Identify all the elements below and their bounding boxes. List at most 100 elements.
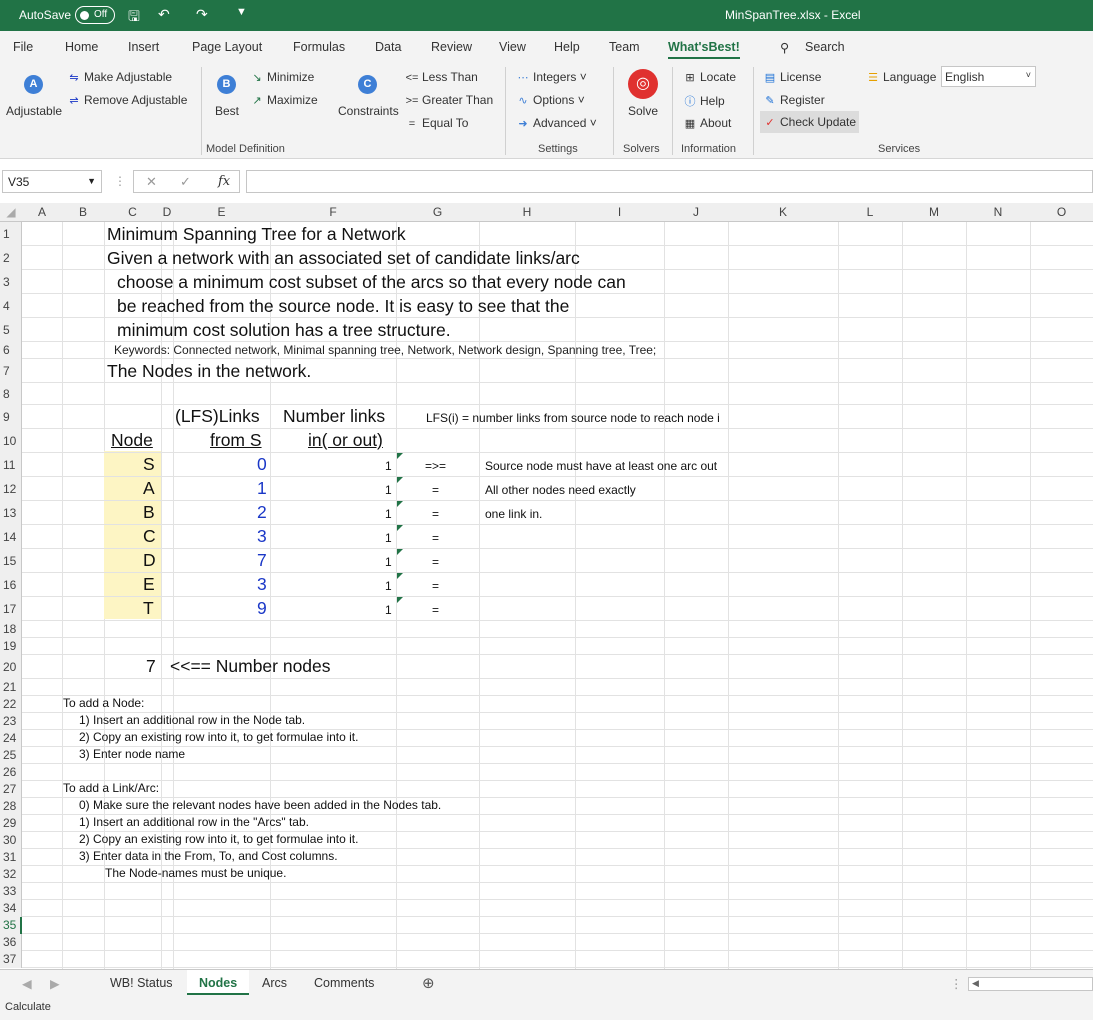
lfs-value[interactable]: 3 [257,575,267,594]
locate-button[interactable]: ⊞ Locate [683,70,736,84]
row-header[interactable]: 25 [0,747,22,764]
row-header[interactable]: 4 [0,294,22,318]
advanced-button[interactable]: ➜ Advanced ˅ [516,116,596,130]
col-header-i[interactable]: I [575,205,664,219]
node-name[interactable]: B [143,503,155,522]
row-header[interactable]: 26 [0,764,22,781]
less-than-button[interactable]: <= Less Than [405,70,478,84]
maximize-button[interactable]: ↗ Maximize [250,93,317,107]
customize-qat-icon[interactable]: ▼ [236,6,247,18]
row-header[interactable]: 7 [0,359,22,383]
cancel-icon[interactable]: ✕ [146,174,157,190]
col-header-h[interactable]: H [479,205,575,219]
node-name[interactable]: S [143,455,155,474]
row-header[interactable]: 20 [0,655,22,679]
options-button[interactable]: ∿ Options ˅ [516,93,584,107]
col-header-n[interactable]: N [966,205,1030,219]
tab-page-layout[interactable]: Page Layout [192,40,262,54]
sheet-tab-comments[interactable]: Comments [314,976,374,990]
about-button[interactable]: ▦ About [683,116,732,130]
node-name[interactable]: D [143,551,156,570]
row-header[interactable]: 32 [0,866,22,883]
formula-input[interactable] [246,170,1093,193]
row-header[interactable]: 5 [0,318,22,342]
row-header[interactable]: 8 [0,383,22,405]
row-header[interactable]: 34 [0,900,22,917]
row-header[interactable]: 24 [0,730,22,747]
lfs-value[interactable]: 7 [257,551,267,570]
add-sheet-icon[interactable]: ⊕ [422,974,435,992]
row-header[interactable]: 14 [0,525,22,549]
row-header[interactable]: 28 [0,798,22,815]
lfs-value[interactable]: 3 [257,527,267,546]
sheet-tab-nodes[interactable]: Nodes [187,970,250,995]
tab-insert[interactable]: Insert [128,40,159,54]
splitter-icon[interactable]: ⋮ [950,976,963,991]
autosave-toggle[interactable]: Off [75,6,115,24]
col-header-m[interactable]: M [902,205,966,219]
row-header[interactable]: 2 [0,246,22,270]
row-header[interactable]: 29 [0,815,22,832]
row-header[interactable]: 27 [0,781,22,798]
num-nodes-value[interactable]: 7 [146,657,156,676]
worksheet-grid[interactable]: 1 2 3 4 5 6 7 8 9 10 11 12 13 14 15 16 17 18 19 20 21 22 23 24 2… [0,222,1093,969]
lfs-value[interactable]: 1 [257,479,267,498]
row-header[interactable]: 1 [0,222,22,246]
tab-review[interactable]: Review [431,40,472,54]
node-name[interactable]: T [143,599,154,618]
row-header[interactable]: 18 [0,621,22,638]
row-header[interactable]: 22 [0,696,22,713]
solve-button[interactable]: Solve [628,104,658,118]
node-name[interactable]: C [143,527,156,546]
language-select[interactable]: English ˅ [941,66,1036,87]
best-button[interactable]: Best [215,104,239,118]
row-header[interactable]: 19 [0,638,22,655]
col-header-j[interactable]: J [664,205,728,219]
search-icon[interactable]: ⚲ [780,40,789,55]
license-button[interactable]: ▤ License [763,70,822,84]
row-header[interactable]: 6 [0,342,22,359]
col-header-b[interactable]: B [62,205,104,219]
equal-to-button[interactable]: = Equal To [405,116,469,130]
lfs-value[interactable]: 2 [257,503,267,522]
constraints-button[interactable]: Constraints [338,104,399,118]
select-all-corner[interactable]: ◢ [0,205,22,219]
row-header[interactable]: 37 [0,951,22,968]
formula-bar-grip-icon[interactable]: ⋮ [114,174,126,188]
greater-than-button[interactable]: >= Greater Than [405,93,494,107]
col-header-k[interactable]: K [728,205,838,219]
row-header[interactable]: 23 [0,713,22,730]
lfs-value[interactable]: 0 [257,455,267,474]
make-adjustable-button[interactable]: ⇋ Make Adjustable [67,70,172,84]
search-box[interactable]: Search [805,40,845,54]
scroll-left-icon[interactable]: ◀ [972,978,979,989]
horizontal-scrollbar[interactable]: ◀ [968,977,1093,991]
row-header[interactable]: 16 [0,573,22,597]
insert-function-button[interactable]: fx [218,174,230,189]
row-header[interactable]: 11 [0,453,22,477]
tab-help[interactable]: Help [554,40,580,54]
row-header[interactable]: 15 [0,549,22,573]
scroll-left-icon[interactable]: ◀ [22,976,32,991]
row-header[interactable]: 10 [0,429,22,453]
col-header-l[interactable]: L [838,205,902,219]
node-name[interactable]: E [143,575,155,594]
check-update-button[interactable]: ✓ Check Update [760,111,860,133]
sheet-tab-wb-status[interactable]: WB! Status [110,976,173,990]
row-header[interactable]: 36 [0,934,22,951]
row-header[interactable]: 35 [0,917,22,934]
col-header-d[interactable]: D [161,205,173,219]
col-header-c[interactable]: C [104,205,161,219]
remove-adjustable-button[interactable]: ⇌ Remove Adjustable [67,93,187,107]
col-header-e[interactable]: E [173,205,270,219]
tab-home[interactable]: Home [65,40,98,54]
tab-team[interactable]: Team [609,40,640,54]
name-box[interactable]: V35 ▼ [2,170,102,193]
tab-view[interactable]: View [499,40,526,54]
redo-icon[interactable]: ↷ [196,6,208,23]
col-header-g[interactable]: G [396,205,479,219]
row-header[interactable]: 12 [0,477,22,501]
integers-button[interactable]: ⋯ Integers ˅ [516,70,587,84]
minimize-button[interactable]: ↘ Minimize [250,70,314,84]
adjustable-button[interactable]: Adjustable [6,104,62,118]
